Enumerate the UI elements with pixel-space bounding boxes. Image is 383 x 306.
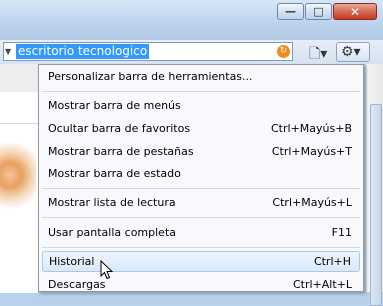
menu-item-label: Mostrar barra de estado bbox=[48, 167, 181, 180]
menu-item-show-menu-bar[interactable]: Mostrar barra de menús bbox=[42, 95, 360, 116]
maximize-icon: □ bbox=[313, 5, 324, 18]
menu-item-label: Historial bbox=[49, 255, 95, 268]
page-image-fragment bbox=[0, 135, 36, 235]
scrollbar[interactable] bbox=[366, 64, 383, 306]
mouse-pointer-icon bbox=[100, 260, 114, 280]
page-menu-button[interactable]: 🗋▾ bbox=[307, 42, 331, 62]
menu-item-downloads[interactable]: Descargas Ctrl+Alt+L bbox=[42, 274, 360, 291]
maximize-button[interactable]: □ bbox=[305, 3, 332, 20]
menu-item-label: Descargas bbox=[48, 278, 106, 291]
minimize-button[interactable]: — bbox=[277, 3, 304, 20]
search-refresh-icon[interactable]: ↻ bbox=[277, 45, 290, 58]
tab-strip bbox=[0, 64, 38, 92]
menu-item-show-tabs-bar[interactable]: Mostrar barra de pestañas Ctrl+Mayús+T bbox=[42, 141, 360, 162]
menu-item-label: Mostrar barra de pestañas bbox=[48, 145, 194, 158]
gear-icon: ⚙▾ bbox=[341, 44, 361, 60]
menu-item-shortcut: Ctrl+Mayús+T bbox=[271, 145, 352, 158]
menu-item-shortcut: Ctrl+Mayús+L bbox=[272, 196, 352, 209]
menu-separator bbox=[42, 217, 360, 218]
menu-item-shortcut: F11 bbox=[331, 226, 352, 239]
search-input[interactable]: ▼ escritorio tecnologico ↻ bbox=[3, 42, 293, 61]
menu-item-label: Mostrar lista de lectura bbox=[48, 196, 176, 209]
menu-item-history[interactable]: Historial Ctrl+H bbox=[42, 251, 360, 272]
menu-item-label: Personalizar barra de herramientas... bbox=[48, 70, 253, 83]
search-input-value[interactable]: escritorio tecnologico bbox=[16, 44, 150, 59]
tools-dropdown-menu: Personalizar barra de herramientas... Mo… bbox=[38, 64, 364, 292]
menu-item-shortcut: Ctrl+Alt+L bbox=[292, 278, 352, 291]
menu-item-customize-toolbar[interactable]: Personalizar barra de herramientas... bbox=[42, 66, 360, 87]
scrollbar-thumb[interactable] bbox=[370, 104, 382, 306]
divider bbox=[0, 123, 38, 124]
menu-item-full-screen[interactable]: Usar pantalla completa F11 bbox=[42, 222, 360, 243]
menu-item-label: Mostrar barra de menús bbox=[48, 99, 181, 112]
menu-item-label: Usar pantalla completa bbox=[48, 226, 176, 239]
close-button[interactable]: ✕ bbox=[333, 3, 377, 20]
menu-separator bbox=[42, 91, 360, 92]
menu-item-shortcut: Ctrl+Mayús+B bbox=[271, 122, 352, 135]
tools-menu-button[interactable]: ⚙▾ bbox=[336, 42, 370, 62]
menu-item-show-status-bar[interactable]: Mostrar barra de estado bbox=[42, 163, 360, 184]
close-icon: ✕ bbox=[349, 4, 361, 19]
menu-item-shortcut: Ctrl+H bbox=[313, 255, 351, 268]
menu-separator bbox=[42, 188, 360, 189]
menu-item-reading-list[interactable]: Mostrar lista de lectura Ctrl+Mayús+L bbox=[42, 192, 360, 213]
window-controls: — □ ✕ bbox=[277, 3, 378, 21]
menu-separator bbox=[42, 247, 360, 248]
menu-item-label: Ocultar barra de favoritos bbox=[48, 122, 191, 135]
minimize-icon: — bbox=[285, 5, 296, 18]
menu-item-hide-favorites-bar[interactable]: Ocultar barra de favoritos Ctrl+Mayús+B bbox=[42, 118, 360, 139]
search-dropdown-icon[interactable]: ▼ bbox=[5, 47, 11, 56]
